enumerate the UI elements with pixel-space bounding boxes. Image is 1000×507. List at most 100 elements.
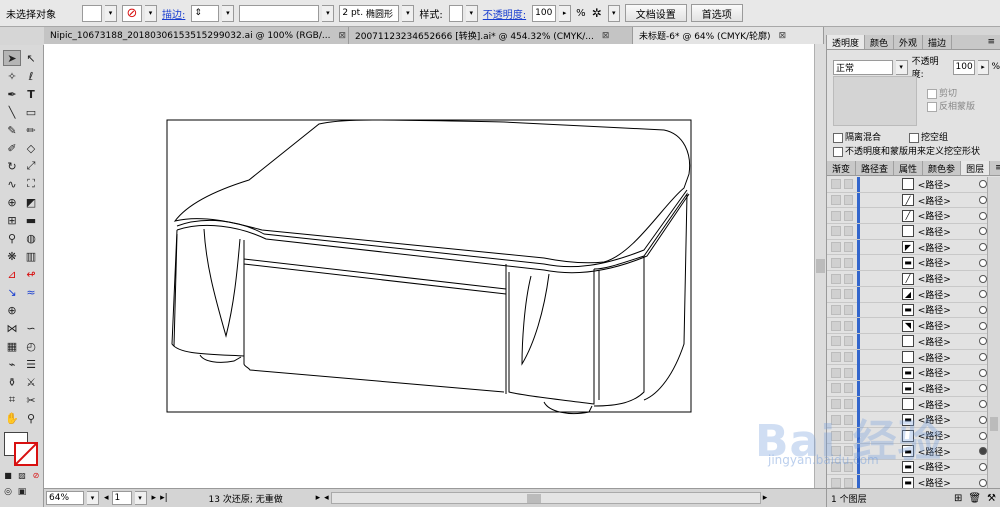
stroke-swatch[interactable]: ⊘ <box>122 4 142 22</box>
layers-panel-menu-icon[interactable]: ≡ <box>990 161 1000 175</box>
opacity-link[interactable]: 不透明度: <box>483 6 526 21</box>
panel-opacity-dropdown[interactable]: ▸ <box>977 59 990 75</box>
target-icon[interactable] <box>979 243 987 252</box>
warp-tool-icon[interactable]: ∿ <box>3 176 21 192</box>
last-artboard-icon[interactable]: ▸| <box>160 493 168 503</box>
lock-toggle-icon[interactable] <box>843 226 854 237</box>
target-icon[interactable] <box>979 290 987 299</box>
column-graph-tool-icon[interactable]: ▥ <box>22 248 40 264</box>
new-layer-icon[interactable]: ⊞ <box>954 493 962 504</box>
scissors-tool-icon[interactable]: ✂ <box>22 392 40 408</box>
type-tool-icon[interactable]: T <box>22 86 40 102</box>
wave-tool-icon[interactable]: ∽ <box>22 320 40 336</box>
polar-grid-tool-icon[interactable]: ◴ <box>22 338 40 354</box>
scroll-left-icon[interactable]: ◂ <box>324 493 329 503</box>
opacity-mask-option[interactable]: 不透明度和蒙版用来定义挖空形状 <box>833 144 980 157</box>
visibility-toggle-icon[interactable] <box>831 195 841 206</box>
eraser-tool-icon[interactable]: ◇ <box>22 140 40 156</box>
tab-layers[interactable]: 图层 <box>961 161 991 175</box>
eyedropper-tool-icon[interactable]: ⚲ <box>3 230 21 246</box>
status-menu-icon[interactable]: ▸ <box>316 493 321 503</box>
none-mode-icon[interactable]: ⊘ <box>30 469 42 481</box>
stroke-weight-input[interactable]: ⇕ <box>191 4 220 22</box>
lock-toggle-icon[interactable] <box>843 383 854 394</box>
isolate-blending-option[interactable]: 隔离混合 <box>833 130 881 143</box>
hand-tool-icon[interactable]: ✋ <box>3 410 21 426</box>
slice-tool-icon[interactable]: ⋈ <box>3 320 21 336</box>
target-icon[interactable] <box>979 337 987 346</box>
tab-color[interactable]: 颜色 <box>865 35 895 49</box>
zigzag-tool-icon[interactable]: ⌁ <box>3 356 21 372</box>
lock-toggle-icon[interactable] <box>843 336 854 347</box>
layer-row[interactable]: ▬ <路径> <box>827 380 987 397</box>
gradient-mode-icon[interactable]: ▨ <box>16 469 28 481</box>
pencil-tool-icon[interactable]: ✏ <box>22 122 40 138</box>
measure-tool-icon[interactable]: ⚱ <box>3 374 21 390</box>
magic-wand-tool-icon[interactable]: ✧ <box>3 68 21 84</box>
target-icon[interactable] <box>979 180 987 189</box>
lock-toggle-icon[interactable] <box>843 304 854 315</box>
layer-row[interactable]: <路径> <box>827 223 987 240</box>
visibility-toggle-icon[interactable] <box>831 242 841 253</box>
brush-dropdown[interactable]: ▾ <box>402 4 415 22</box>
lock-toggle-icon[interactable] <box>843 273 854 284</box>
lock-toggle-icon[interactable] <box>843 257 854 268</box>
target-icon[interactable] <box>979 447 987 456</box>
style-swatch[interactable] <box>448 4 463 22</box>
target-icon[interactable] <box>979 368 987 377</box>
stroke-link[interactable]: 描边: <box>162 6 185 21</box>
lock-toggle-icon[interactable] <box>843 210 854 221</box>
gradient-tool-icon[interactable]: ▬ <box>22 212 40 228</box>
document-setup-button[interactable]: 文档设置 <box>624 4 687 22</box>
blend-mode-select[interactable]: 正常 <box>833 59 893 75</box>
target-icon[interactable] <box>979 431 987 440</box>
layer-row[interactable]: ◢ <路径> <box>827 286 987 303</box>
layer-row[interactable]: ◤ <路径> <box>827 239 987 256</box>
visibility-toggle-icon[interactable] <box>831 257 841 268</box>
layer-row[interactable]: ▬ <路径> <box>827 302 987 319</box>
path-tool-icon[interactable]: ↘ <box>3 284 21 300</box>
doc-tab-1-close-icon[interactable]: ⊠ <box>338 31 346 41</box>
stroke-dropdown[interactable]: ▾ <box>145 4 157 22</box>
mask-thumbnail[interactable] <box>833 76 917 126</box>
scale-tool-icon[interactable]: ⤢ <box>22 158 40 174</box>
target-icon[interactable] <box>979 400 987 409</box>
doc-tab-2[interactable]: 20071123234652666 [转换].ai* @ 454.32% (CM… <box>349 27 633 44</box>
blob-brush-tool-icon[interactable]: ✐ <box>3 140 21 156</box>
doc-tab-3-close-icon[interactable]: ⊠ <box>779 31 787 41</box>
blend-mode-dropdown[interactable]: ▾ <box>895 59 908 75</box>
doc-tab-3[interactable]: 未标题-6* @ 64% (CMYK/轮廓) ⊠ <box>633 27 824 44</box>
smooth-tool-icon[interactable]: ≈ <box>22 284 40 300</box>
lock-toggle-icon[interactable] <box>843 352 854 363</box>
layer-row[interactable]: ╱ <路径> <box>827 208 987 225</box>
lasso-tool-icon[interactable]: ℓ <box>22 68 40 84</box>
bar-tool-icon[interactable]: ☰ <box>22 356 40 372</box>
curve-tool-icon[interactable]: ↫ <box>22 266 40 282</box>
canvas[interactable] <box>44 44 814 488</box>
visibility-toggle-icon[interactable] <box>831 179 841 190</box>
draw-normal-icon[interactable]: ◎ <box>2 486 14 498</box>
layer-row[interactable]: ╱ <路径> <box>827 192 987 209</box>
layer-row[interactable]: ▬ <路径> <box>827 255 987 272</box>
visibility-toggle-icon[interactable] <box>831 477 841 488</box>
layer-row[interactable]: ╱ <路径> <box>827 271 987 287</box>
target-icon[interactable] <box>979 211 987 220</box>
target-icon[interactable] <box>979 258 987 267</box>
visibility-toggle-icon[interactable] <box>831 226 841 237</box>
tab-pathfinder[interactable]: 路径查 <box>856 161 895 175</box>
target-icon[interactable] <box>979 274 987 283</box>
pen-tool-icon[interactable]: ✒ <box>3 86 21 102</box>
style-dropdown[interactable]: ▾ <box>465 4 478 22</box>
width-tool-icon[interactable]: ⊿ <box>3 266 21 282</box>
first-artboard-icon[interactable]: ◂ <box>104 493 109 503</box>
shape-builder-tool-icon[interactable]: ⊕ <box>3 194 21 210</box>
variable-width-dropdown[interactable]: ▾ <box>322 4 335 22</box>
panel-menu-icon[interactable]: ≡ <box>982 35 1000 49</box>
visibility-toggle-icon[interactable] <box>831 336 841 347</box>
tab-transparency[interactable]: 透明度 <box>827 35 866 49</box>
target-icon[interactable] <box>979 305 987 314</box>
target-icon[interactable] <box>979 321 987 330</box>
artboard-dropdown[interactable]: ▾ <box>134 491 147 505</box>
variable-width-input[interactable] <box>239 4 320 22</box>
symbol-sprayer-tool-icon[interactable]: ❋ <box>3 248 21 264</box>
